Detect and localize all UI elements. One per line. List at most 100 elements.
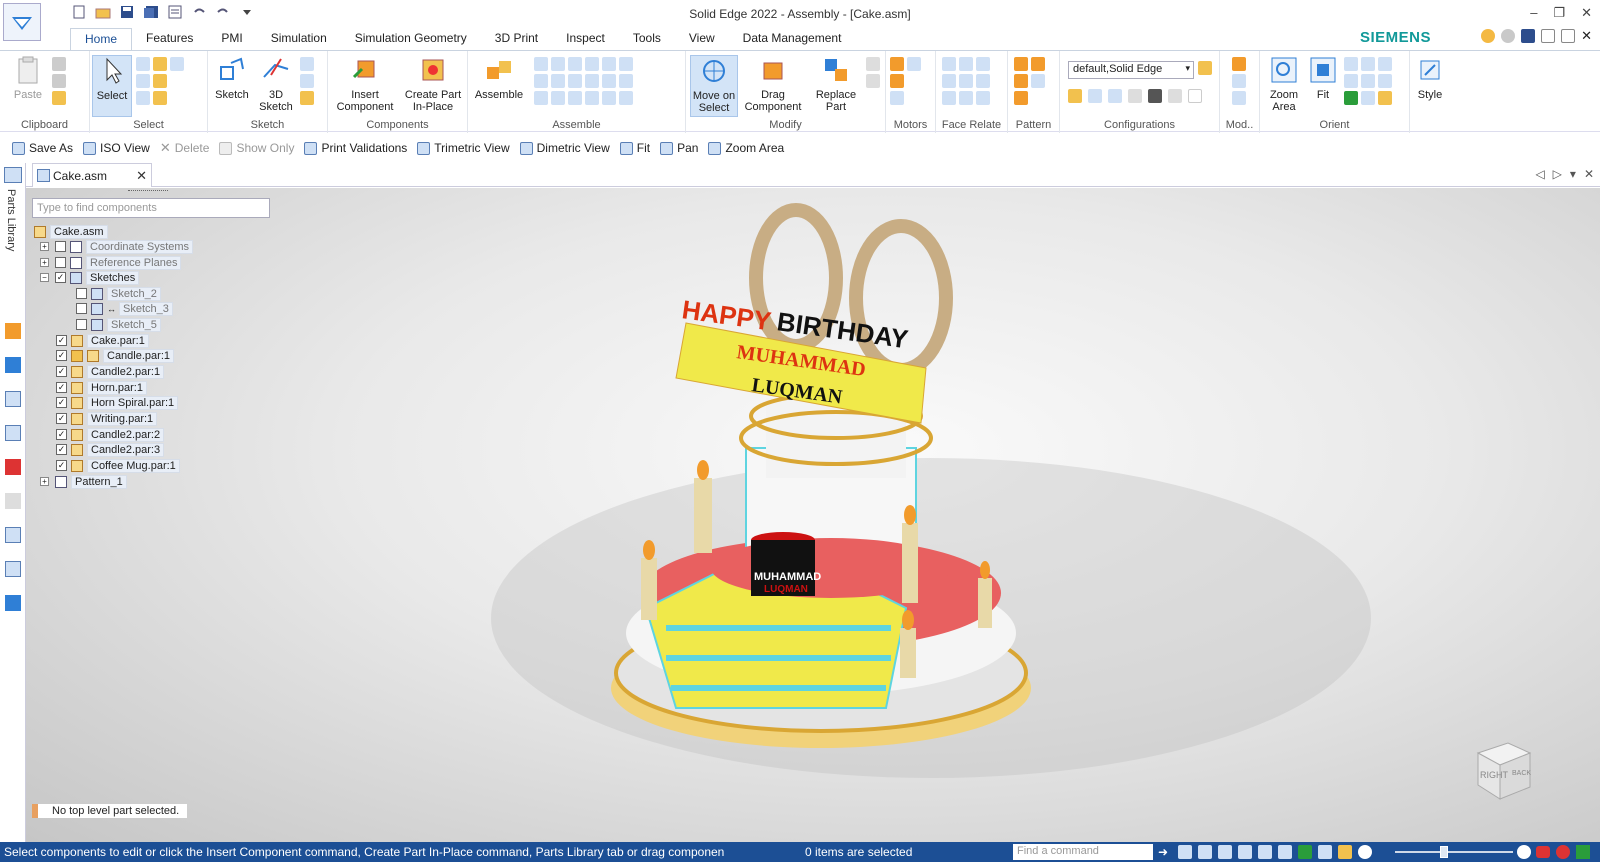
help-icon[interactable]: [1521, 29, 1536, 43]
previous-view-icon[interactable]: [1361, 91, 1375, 105]
horizontal-icon[interactable]: [976, 74, 990, 88]
parallel-icon[interactable]: [602, 74, 616, 88]
rotate-tool-icon[interactable]: [1258, 845, 1272, 859]
config-icon-2[interactable]: [1088, 89, 1102, 103]
tree-item-candle2-par-2[interactable]: ✓ Candle2.par:2: [56, 427, 165, 442]
mod-arrow-icon[interactable]: [1232, 74, 1246, 88]
close-tab-icon[interactable]: ✕: [136, 168, 147, 184]
simulate-motor-icon[interactable]: [907, 57, 921, 71]
pattern-along-curve-icon[interactable]: [1031, 57, 1045, 71]
color-tab-icon[interactable]: [5, 459, 21, 475]
tree-item-pattern-1[interactable]: + Pattern_1: [40, 474, 127, 489]
help-tab-icon[interactable]: [5, 357, 21, 373]
tab-tools[interactable]: Tools: [619, 28, 675, 50]
box-select-icon[interactable]: [136, 74, 150, 88]
restore-icon[interactable]: ❐: [1553, 5, 1565, 21]
tree-item-sketches[interactable]: − ✓ Sketches: [40, 270, 140, 285]
tab-pmi[interactable]: PMI: [207, 28, 256, 50]
parallel-face-icon[interactable]: [976, 57, 990, 71]
command-finder-input[interactable]: Find a command: [1013, 844, 1153, 860]
ribbon-minimize-icon[interactable]: [1541, 29, 1556, 43]
fit-button[interactable]: Fit: [1306, 55, 1340, 101]
config-icon-7[interactable]: [1188, 89, 1202, 103]
pan-button[interactable]: Pan: [660, 141, 698, 155]
doc-restore-icon[interactable]: [1561, 29, 1576, 43]
sketch-view-tool-icon[interactable]: [1338, 845, 1352, 859]
fit-view-button[interactable]: Fit: [619, 141, 650, 155]
zoom-area-button[interactable]: Zoom Area: [1266, 55, 1302, 113]
checkbox[interactable]: ✓: [56, 335, 67, 346]
sketch-pencil-icon[interactable]: [300, 91, 314, 105]
pattern-more-icon[interactable]: [1014, 91, 1028, 105]
delete-button[interactable]: ✕ Delete: [160, 140, 210, 156]
checkbox[interactable]: [76, 319, 87, 330]
save-as-button[interactable]: Save As: [12, 141, 73, 155]
insert-component-button[interactable]: Insert Component: [332, 55, 398, 113]
3d-sketch-button[interactable]: 3D Sketch: [256, 55, 296, 113]
tree-item-sketch-5[interactable]: Sketch_5: [76, 317, 161, 332]
iso-view-button[interactable]: ISO View: [83, 141, 150, 155]
expand-icon[interactable]: +: [40, 477, 49, 486]
checkbox[interactable]: [76, 288, 87, 299]
close-icon[interactable]: ✕: [1581, 5, 1592, 21]
spin-icon[interactable]: [1361, 74, 1375, 88]
ground-icon[interactable]: [585, 91, 599, 105]
tab-home[interactable]: Home: [70, 28, 133, 50]
assembly-tab-icon[interactable]: [5, 323, 21, 339]
tree-item-sketch-2[interactable]: Sketch_2: [76, 286, 161, 301]
fit-tool-icon[interactable]: [1218, 845, 1232, 859]
sketch-view-icon[interactable]: [1378, 91, 1392, 105]
checkbox[interactable]: ✓: [56, 350, 67, 361]
duplicate-icon[interactable]: [1031, 74, 1045, 88]
dimetric-view-button[interactable]: Dimetric View: [519, 141, 610, 155]
checkbox[interactable]: ✓: [56, 444, 67, 455]
checkbox[interactable]: [76, 303, 87, 314]
trimetric-view-button[interactable]: Trimetric View: [417, 141, 510, 155]
tree-item-cake-par[interactable]: ✓ Cake.par:1: [56, 333, 149, 348]
close-all-tabs-icon[interactable]: ✕: [1584, 167, 1594, 181]
sensors-tab-icon[interactable]: [5, 527, 21, 543]
style-button[interactable]: Style: [1414, 55, 1446, 101]
groups-tab-icon[interactable]: [5, 425, 21, 441]
zoom-icon[interactable]: [1344, 57, 1358, 71]
document-tab-cake[interactable]: Cake.asm ✕: [32, 163, 152, 187]
zoom-tool-icon[interactable]: [1198, 845, 1212, 859]
checkbox[interactable]: ✓: [56, 397, 67, 408]
render-tool-icon[interactable]: [1298, 845, 1312, 859]
mate-icon[interactable]: [551, 57, 565, 71]
panel-grip[interactable]: [128, 190, 168, 193]
smile-feedback-icon[interactable]: [1481, 29, 1496, 43]
relate-icon[interactable]: [534, 57, 548, 71]
find-components-input[interactable]: Type to find components: [32, 198, 270, 218]
layers-tab-icon[interactable]: [5, 391, 21, 407]
print-validations-button[interactable]: Print Validations: [304, 141, 407, 155]
replace-part-button[interactable]: Replace Part: [808, 55, 864, 113]
tree-item-candle2-par-3[interactable]: ✓ Candle2.par:3: [56, 442, 165, 457]
select-component-icon[interactable]: [153, 57, 167, 71]
tab-inspect[interactable]: Inspect: [552, 28, 619, 50]
cam-icon[interactable]: [568, 74, 582, 88]
cut-icon[interactable]: [52, 57, 66, 71]
expand-icon[interactable]: +: [40, 242, 49, 251]
tree-item-coffee-mug-par[interactable]: ✓ Coffee Mug.par:1: [56, 458, 180, 473]
display-tool-icon[interactable]: [1318, 845, 1332, 859]
zoom-area-view-button[interactable]: Zoom Area: [708, 141, 784, 155]
paste-button[interactable]: Paste: [8, 55, 48, 101]
tab-data-management[interactable]: Data Management: [729, 28, 856, 50]
frown-feedback-icon[interactable]: [1501, 29, 1516, 43]
doc-close-icon[interactable]: ✕: [1581, 28, 1592, 44]
camera-icon[interactable]: [1148, 89, 1162, 103]
parts-library-tab[interactable]: Parts Library: [5, 189, 17, 251]
path-icon[interactable]: [568, 91, 582, 105]
expand-icon[interactable]: +: [40, 258, 49, 267]
pattern-icon[interactable]: [1014, 57, 1028, 71]
config-icon-4[interactable]: [1128, 89, 1142, 103]
perpendicular-icon[interactable]: [942, 91, 956, 105]
axial-align-icon[interactable]: [585, 57, 599, 71]
insert-relate-icon[interactable]: [602, 57, 616, 71]
tree-item-candle-par[interactable]: ✓ Candle.par:1: [56, 348, 174, 363]
coplanar-icon[interactable]: [942, 57, 956, 71]
offset-icon[interactable]: [976, 91, 990, 105]
rigid-icon[interactable]: [959, 91, 973, 105]
tree-item-writing-par[interactable]: ✓ Writing.par:1: [56, 411, 158, 426]
